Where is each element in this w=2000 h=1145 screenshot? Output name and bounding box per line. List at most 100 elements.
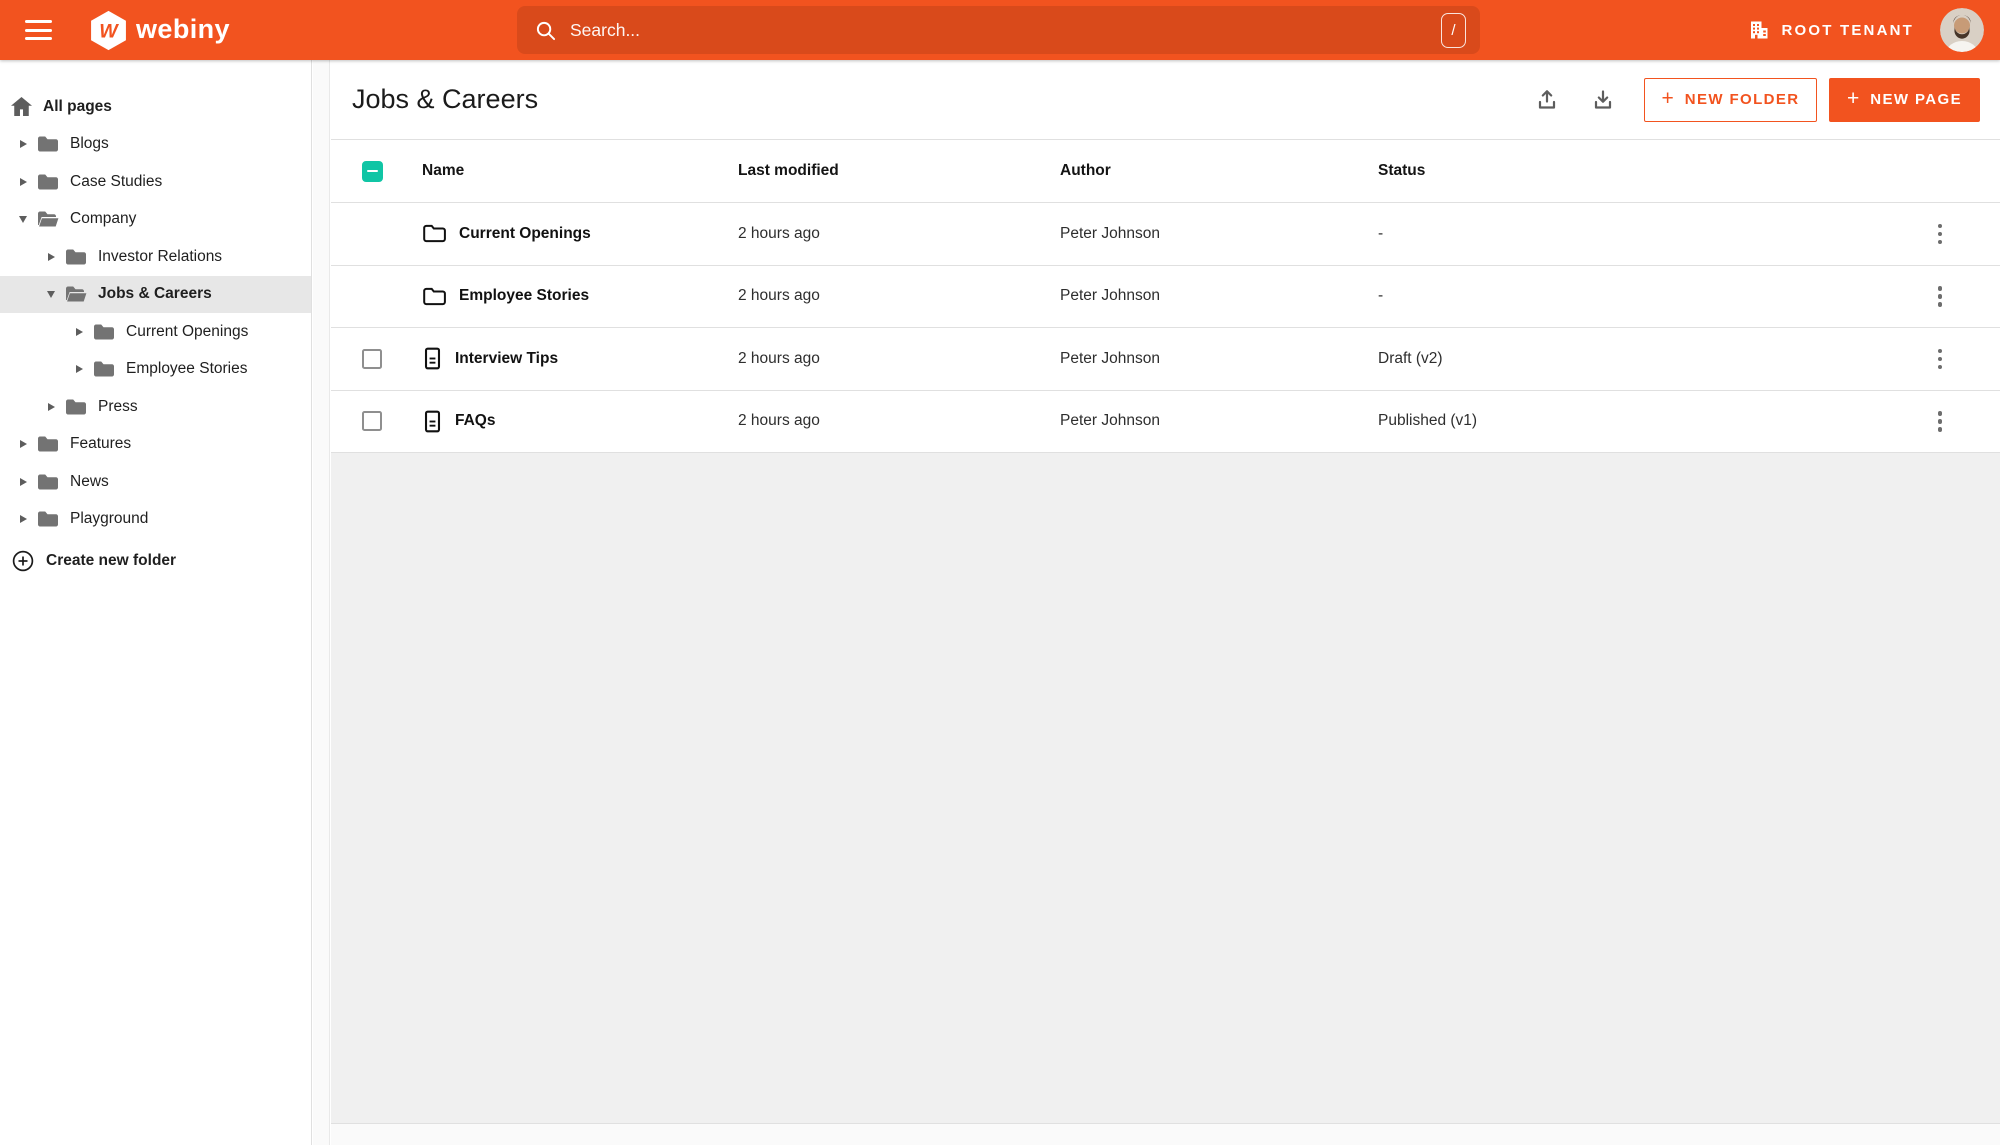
caret-down-icon[interactable] [17,215,29,223]
folder-open-icon [66,286,87,302]
sidebar-item-label: Case Studies [70,172,163,190]
search-icon [536,21,556,40]
sidebar-item-blogs[interactable]: Blogs [0,126,311,164]
webiny-logo[interactable]: W webiny [90,10,230,51]
caret-right-icon[interactable] [17,477,29,486]
search-shortcut-badge: / [1441,12,1466,48]
row-status: - [1378,287,1384,305]
caret-right-icon[interactable] [45,252,57,261]
folder-closed-icon [66,249,86,265]
header-actions: + NEW FOLDER + NEW PAGE [1534,77,1980,122]
row-name-cell: Employee Stories [422,286,738,307]
new-folder-button[interactable]: + NEW FOLDER [1644,77,1817,122]
sidebar-item-company[interactable]: Company [0,201,311,239]
create-folder-label: Create new folder [46,551,177,569]
row-author: Peter Johnson [1060,412,1160,430]
row-last-modified: 2 hours ago [738,349,820,367]
sidebar-item-case-studies[interactable]: Case Studies [0,163,311,201]
select-all-checkbox[interactable] [362,160,383,182]
user-avatar[interactable] [1940,8,1984,52]
row-checkbox[interactable] [362,411,382,432]
table-row[interactable]: FAQs 2 hours ago Peter Johnson Published… [331,390,2000,453]
column-header-last-modified: Last modified [738,162,839,179]
caret-right-icon[interactable] [17,177,29,186]
sidebar-item-label: Blogs [70,135,109,153]
topbar: W webiny / ROOT TENANT [0,0,2000,60]
import-upload-button[interactable] [1534,87,1560,113]
page-title: Jobs & Careers [352,84,539,114]
table-row[interactable]: Interview Tips 2 hours ago Peter Johnson… [331,328,2000,391]
sidebar-item-news[interactable]: News [0,463,311,501]
row-menu-kebab-icon[interactable] [1934,345,1947,374]
column-header-status: Status [1378,162,1426,179]
row-name: Employee Stories [459,287,590,305]
column-header-name: Name [422,162,465,179]
new-page-label: NEW PAGE [1870,91,1963,108]
sidebar-item-press[interactable]: Press [0,388,311,426]
row-name-cell: FAQs [422,410,738,433]
sidebar-item-label: Features [70,435,132,453]
new-folder-label: NEW FOLDER [1684,91,1800,108]
table-row[interactable]: Current Openings 2 hours ago Peter Johns… [331,203,2000,266]
sidebar-item-label: Playground [70,510,149,528]
folder-closed-icon [38,436,58,452]
tenant-building-icon [1751,21,1768,39]
export-download-button[interactable] [1590,87,1616,113]
folder-outline-icon [423,225,446,243]
folder-closed-icon [38,474,58,490]
webiny-logo-icon: W [91,10,126,50]
row-name: Interview Tips [455,349,559,367]
sidebar-item-playground[interactable]: Playground [0,501,311,539]
caret-right-icon[interactable] [73,365,85,374]
caret-down-icon[interactable] [45,290,57,298]
row-status: - [1378,224,1384,242]
folder-closed-icon [38,511,58,527]
search-input[interactable] [570,19,1441,41]
row-select-cell [331,411,422,432]
create-new-folder-button[interactable]: Create new folder [0,542,311,580]
pages-table: Name Last modified Author Status Current… [331,140,2000,453]
row-menu-kebab-icon[interactable] [1934,407,1947,436]
sidebar-item-all-pages[interactable]: All pages [0,88,311,126]
new-page-button[interactable]: + NEW PAGE [1829,77,1980,122]
tenant-label: ROOT TENANT [1781,21,1914,39]
folder-closed-icon [94,324,114,340]
brand-wordmark: webiny [136,13,230,44]
caret-right-icon[interactable] [45,402,57,411]
row-name: Current Openings [459,224,591,242]
search-bar[interactable]: / [517,6,1480,54]
sidebar-scrollbar-track[interactable] [313,60,330,1145]
sidebar-item-label: News [70,472,109,490]
caret-right-icon[interactable] [17,515,29,524]
folder-open-icon [38,211,59,227]
row-select-cell [331,348,422,369]
page-header: Jobs & Careers + NEW FOLDER + NEW PAGE [331,60,2000,140]
menu-icon[interactable] [25,20,52,40]
folder-closed-icon [94,361,114,377]
home-icon [11,97,32,117]
row-status: Published (v1) [1378,412,1478,430]
sidebar-item-investor-relations[interactable]: Investor Relations [0,238,311,276]
footer-scrollbar-track[interactable] [331,1123,2000,1145]
tenant-selector[interactable]: ROOT TENANT [1748,19,1914,41]
row-menu-kebab-icon[interactable] [1934,282,1947,311]
sidebar-item-jobs-careers[interactable]: Jobs & Careers [0,275,311,313]
caret-right-icon[interactable] [17,140,29,149]
caret-right-icon[interactable] [17,440,29,449]
page-document-icon [424,410,441,433]
sidebar-item-features[interactable]: Features [0,426,311,464]
row-checkbox[interactable] [362,348,382,369]
row-name-cell: Interview Tips [422,347,738,370]
sidebar-item-label: Company [70,210,137,228]
row-last-modified: 2 hours ago [738,224,820,242]
row-last-modified: 2 hours ago [738,412,820,430]
sidebar-item-label: Press [98,397,138,415]
sidebar-item-employee-stories[interactable]: Employee Stories [0,351,311,389]
table-row[interactable]: Employee Stories 2 hours ago Peter Johns… [331,265,2000,328]
caret-right-icon[interactable] [73,327,85,336]
row-menu-kebab-icon[interactable] [1934,220,1947,249]
sidebar-item-current-openings[interactable]: Current Openings [0,313,311,351]
folder-outline-icon [423,287,446,305]
row-last-modified: 2 hours ago [738,287,820,305]
sidebar-item-label: All pages [43,97,112,115]
